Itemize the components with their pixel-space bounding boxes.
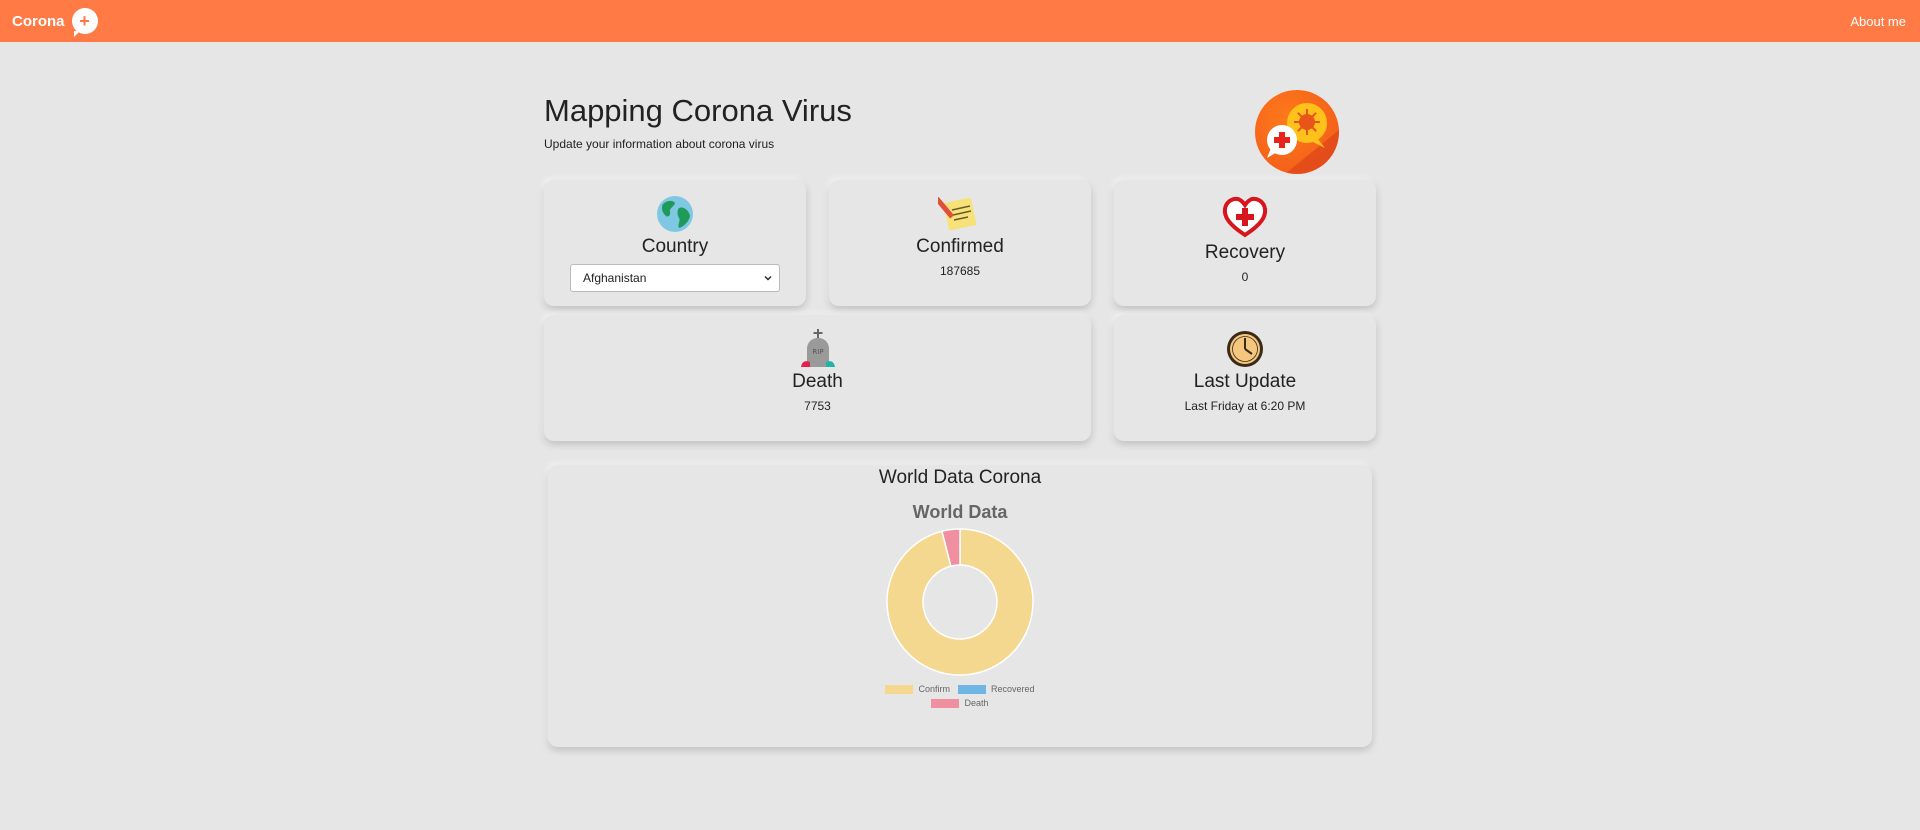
legend-label: Recovered [990, 684, 1035, 694]
legend-item-recovered[interactable]: Recovered [957, 684, 1035, 694]
last-update-label: Last Update [1193, 371, 1297, 392]
chart-title: World Data [912, 502, 1008, 522]
recovery-card: Recovery 0 [1114, 180, 1376, 306]
death-card: RIP Death 7753 [544, 315, 1091, 441]
page-title: Mapping Corona Virus [544, 93, 852, 128]
plus-speech-bubble-icon[interactable]: + [71, 8, 98, 37]
death-label: Death [792, 371, 843, 392]
last-update-card: Last Update Last Friday at 6:20 PM [1114, 315, 1376, 441]
legend-swatch [931, 698, 960, 708]
legend-label: Confirm [918, 684, 950, 694]
svg-text:RIP: RIP [812, 348, 823, 356]
note-pencil-icon [829, 194, 1091, 234]
country-label: Country [641, 236, 709, 257]
last-update-value: Last Friday at 6:20 PM [1184, 399, 1306, 413]
legend-label: Death [964, 698, 989, 708]
page-header: Mapping Corona Virus Update your informa… [544, 90, 1376, 180]
navbar: Corona + About me [0, 0, 1920, 42]
brand-name[interactable]: Corona [12, 13, 65, 30]
confirmed-value: 187685 [939, 264, 981, 278]
clock-icon [1114, 329, 1376, 369]
recovery-value: 0 [1241, 270, 1249, 284]
confirmed-label: Confirmed [916, 236, 1004, 257]
chevron-down-icon [764, 276, 772, 281]
death-value: 7753 [804, 399, 831, 413]
country-card: Country Afghanistan [544, 180, 806, 306]
chart-legend: Confirm Recovered Death [860, 682, 1060, 710]
donut-chart[interactable] [885, 527, 1035, 677]
page-subtitle: Update your information about corona vir… [544, 137, 775, 151]
chart-section-heading: World Data Corona [878, 467, 1042, 488]
legend-swatch [885, 684, 914, 694]
virus-chat-bubbles-icon [1255, 90, 1339, 174]
brand[interactable]: Corona + [12, 8, 98, 37]
tombstone-icon: RIP [544, 329, 1091, 369]
recovery-label: Recovery [1204, 242, 1286, 263]
country-select[interactable]: Afghanistan [570, 264, 780, 292]
country-select-value: Afghanistan [583, 271, 647, 285]
legend-swatch [957, 684, 986, 694]
about-me-link[interactable]: About me [1850, 14, 1906, 29]
globe-icon [544, 194, 806, 234]
legend-item-death[interactable]: Death [931, 698, 989, 708]
chart-card: World Data Corona World Data Confirm Reco… [548, 465, 1372, 747]
legend-item-confirm[interactable]: Confirm [885, 684, 950, 694]
heart-cross-icon [1114, 196, 1376, 240]
confirmed-card: Confirmed 187685 [829, 180, 1091, 306]
